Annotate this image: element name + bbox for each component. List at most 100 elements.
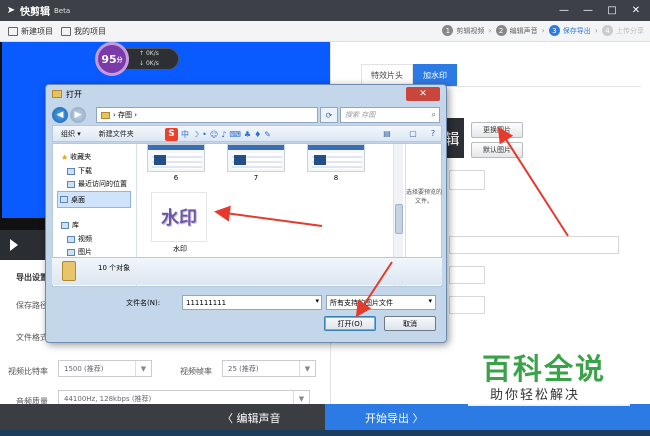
baike-title: 百科全说 <box>482 352 607 386</box>
filename-input[interactable]: 111111111 ▾ <box>182 295 322 310</box>
step-upload-share[interactable]: 4 上传分享 <box>602 25 644 36</box>
nav-libraries[interactable]: 库 <box>61 220 79 230</box>
step-edit-video[interactable]: 1 剪辑视频 <box>442 25 484 36</box>
opacity-select[interactable] <box>449 296 485 314</box>
moon-icon[interactable]: ☽ <box>192 130 199 139</box>
nav-recent-places[interactable]: 最近访问的位置 <box>67 179 127 189</box>
step-save-export[interactable]: 3 保存导出 <box>548 25 591 36</box>
downloads-icon <box>67 167 75 175</box>
play-icon[interactable] <box>10 239 18 251</box>
new-project-button[interactable]: 新建项目 <box>8 26 53 37</box>
path-breadcrumb[interactable]: › 存图 › <box>96 107 318 123</box>
start-export-button[interactable]: 开始导出 〉 <box>365 410 424 426</box>
step-separator-icon: › <box>594 26 598 35</box>
close-icon[interactable]: ✕ <box>628 2 644 18</box>
cancel-button[interactable]: 取消 <box>384 316 436 331</box>
step-indicator: 1 剪辑视频 › 2 编辑声音 › 3 保存导出 › 4 上传分享 <box>442 25 644 36</box>
file-name: 6 <box>173 174 179 182</box>
framerate-select[interactable]: 25 (推荐) ▼ <box>222 360 316 377</box>
help-icon[interactable]: ? <box>427 128 439 139</box>
size-select[interactable] <box>449 266 485 284</box>
view-options-icon[interactable]: ▤ <box>381 128 393 139</box>
new-project-icon <box>8 26 18 36</box>
menu-icon[interactable]: — <box>556 2 572 18</box>
speed-score: 95 分 <box>95 42 129 76</box>
file-thumbnail[interactable] <box>147 144 205 172</box>
shirt-icon[interactable]: ♦ <box>254 130 261 139</box>
ime-toolbar: S 中 ☽ • ☺ ♪ ⌨ ♣ ♦ ✎ <box>165 127 271 141</box>
bottom-action-bar: 〈 编辑声音 开始导出 〉 <box>0 404 650 430</box>
nav-favorites[interactable]: ★ 收藏夹 <box>61 152 91 162</box>
video-icon <box>67 235 75 243</box>
open-file-dialog: 打开 ✕ ◀ ▶ › 存图 › ⟳ 搜索 存图 ⌕ 组织 ▾ 新建文件夹 S 中… <box>45 84 447 343</box>
position-select[interactable] <box>449 170 485 190</box>
dialog-title-bar: 打开 ✕ <box>46 85 446 103</box>
nav-downloads[interactable]: 下载 <box>67 166 92 176</box>
download-rate: ↓ 0K/s <box>139 60 159 67</box>
default-image-button[interactable]: 默认图片 <box>471 142 523 158</box>
my-projects-label: 我的项目 <box>74 26 106 36</box>
framerate-label: 视频帧率 <box>180 367 212 376</box>
mic-icon[interactable]: ♪ <box>221 130 226 139</box>
change-image-button[interactable]: 更换图片 <box>471 122 523 138</box>
step-separator-icon: › <box>488 26 492 35</box>
chevron-down-icon: ▾ <box>428 297 432 305</box>
nav-pictures[interactable]: 图片 <box>67 247 92 257</box>
skin-icon[interactable]: ♣ <box>244 130 251 139</box>
back-icon[interactable]: ◀ <box>52 107 68 123</box>
watermark-text-input[interactable] <box>449 236 619 254</box>
star-icon: ★ <box>61 152 69 162</box>
search-icon: ⌕ <box>431 110 436 119</box>
picture-icon <box>67 248 75 256</box>
desktop-icon <box>60 196 68 203</box>
maximize-icon[interactable]: □ <box>604 2 620 18</box>
emoji-icon[interactable]: ☺ <box>210 130 218 139</box>
details-pane: 10 个对象 <box>52 257 442 285</box>
tab-title-effects[interactable]: 特效片头 <box>361 64 413 86</box>
file-name: 水印 <box>173 245 187 253</box>
app-title-bar: ➤ 快剪辑 Beta — — □ ✕ <box>0 0 650 21</box>
chinese-mode-icon[interactable]: 中 <box>181 129 189 140</box>
forward-icon[interactable]: ▶ <box>70 107 86 123</box>
minimize-icon[interactable]: — <box>580 2 596 18</box>
tab-watermark[interactable]: 加水印 <box>413 64 457 86</box>
format-label: 文件格式 <box>16 333 48 342</box>
object-count: 10 个对象 <box>98 264 131 272</box>
baike-subtitle: 助你轻松解决 <box>490 388 581 403</box>
keyboard-icon[interactable]: ⌨ <box>229 130 241 139</box>
close-icon[interactable]: ✕ <box>406 87 440 101</box>
wrench-icon[interactable]: ✎ <box>264 130 271 139</box>
new-folder-button[interactable]: 新建文件夹 <box>99 129 134 139</box>
file-thumbnail[interactable] <box>227 144 285 172</box>
file-name: 8 <box>333 174 339 182</box>
refresh-icon[interactable]: ⟳ <box>320 107 338 123</box>
bitrate-label: 视频比特率 <box>8 367 48 376</box>
chevron-down-icon[interactable]: ▾ <box>315 297 319 305</box>
nav-videos[interactable]: 视频 <box>67 234 92 244</box>
app-name: 快剪辑 <box>20 7 50 18</box>
edit-audio-button[interactable]: 〈 编辑声音 <box>222 410 281 426</box>
windows-taskbar <box>0 430 650 436</box>
filetype-select[interactable]: 所有支持的图片文件 ▾ <box>326 295 436 310</box>
organize-menu[interactable]: 组织 ▾ <box>61 129 81 139</box>
file-thumbnail[interactable] <box>307 144 365 172</box>
breadcrumb-root[interactable]: 存图 <box>118 110 132 120</box>
punctuation-icon[interactable]: • <box>202 130 207 139</box>
sogou-icon[interactable]: S <box>165 127 178 141</box>
nav-desktop[interactable]: 桌面 <box>57 191 131 208</box>
watermark-file-thumbnail[interactable]: 水印 <box>151 192 207 242</box>
step-edit-audio[interactable]: 2 编辑声音 <box>495 25 538 36</box>
preview-pane-icon[interactable]: ▢ <box>407 128 419 139</box>
new-project-label: 新建项目 <box>21 26 53 36</box>
my-projects-button[interactable]: 我的项目 <box>61 26 106 37</box>
library-icon <box>61 221 69 229</box>
search-input[interactable]: 搜索 存图 ⌕ <box>340 107 440 123</box>
address-bar: ◀ ▶ › 存图 › ⟳ 搜索 存图 ⌕ <box>52 105 442 125</box>
open-button[interactable]: 打开(O) <box>324 316 376 331</box>
step-separator-icon: › <box>541 26 545 35</box>
bitrate-select[interactable]: 1500 (推荐) ▼ <box>58 360 152 377</box>
network-speed-widget: 95 分 ↑ 0K/s ↓ 0K/s <box>95 42 181 76</box>
folder-icon <box>62 261 76 281</box>
window-controls: — — □ ✕ <box>556 2 644 18</box>
filename-label: 文件名(N): <box>126 299 161 307</box>
